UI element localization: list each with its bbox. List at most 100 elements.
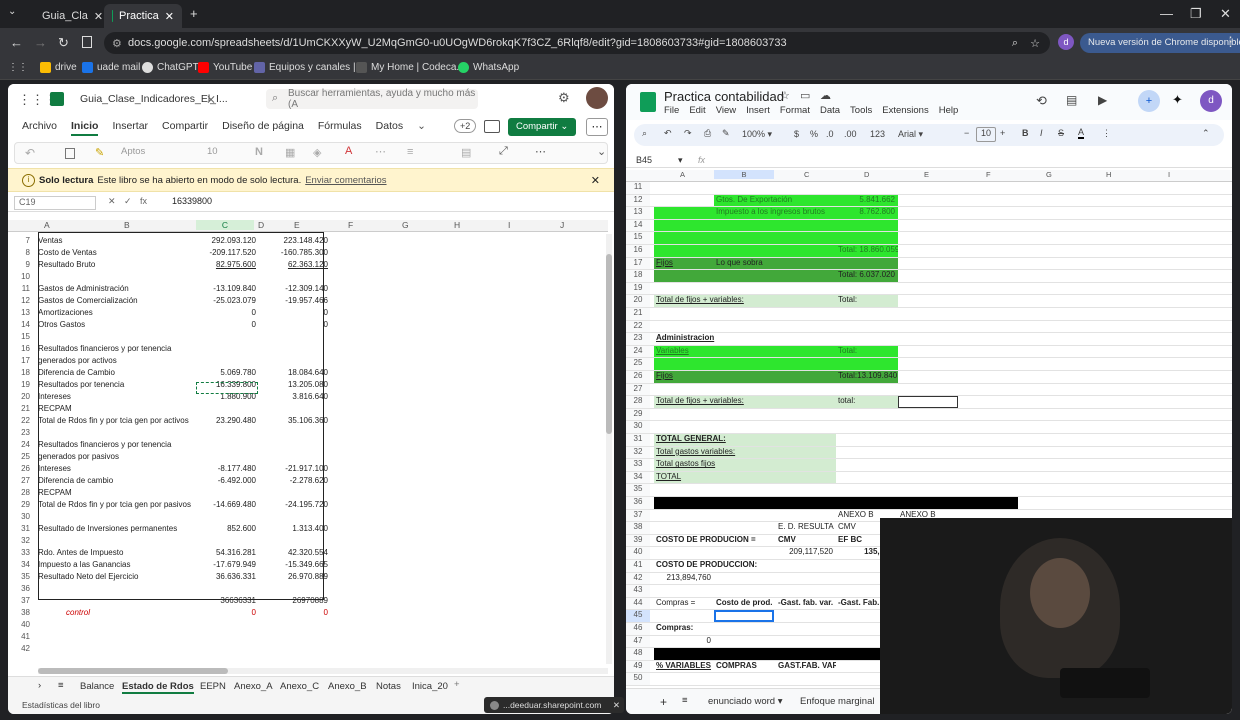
minimize-icon[interactable]: — [1160, 6, 1173, 21]
increase-decimal[interactable]: .00 [844, 129, 857, 139]
more-options-icon[interactable]: ⋯ [586, 118, 608, 136]
row-number[interactable]: 38 [8, 608, 30, 617]
sheet-cell[interactable]: Lo que sobra [714, 257, 836, 270]
row-number[interactable]: 19 [8, 380, 30, 389]
col-g[interactable]: G [1046, 170, 1052, 179]
ribbon-expand-icon[interactable]: ⌄ [597, 145, 606, 158]
more-chevron-icon[interactable]: ⌄ [417, 120, 426, 136]
row-label[interactable]: Diferencia de cambio [38, 476, 113, 485]
value-c[interactable]: -14.669.480 [198, 500, 256, 509]
sheet-cell[interactable]: Total gastos fijos [654, 459, 836, 471]
font-size-increase[interactable]: + [1000, 128, 1005, 138]
sheet-cell[interactable]: Total:13.109.840 [836, 371, 898, 383]
row-number[interactable]: 37 [8, 596, 30, 605]
row-number[interactable]: 48 [626, 648, 650, 660]
row-label[interactable]: generados por pasivos [38, 452, 119, 461]
menu-compartir[interactable]: Compartir [162, 120, 208, 136]
bookmark-whatsapp[interactable]: WhatsApp [458, 62, 519, 73]
sheet-cell[interactable]: Total de fijos + variables: [654, 396, 836, 408]
row-number[interactable]: 42 [626, 572, 650, 585]
row-label[interactable]: Resultados financieros y por tenencia [38, 440, 171, 449]
row-number[interactable]: 32 [626, 446, 650, 459]
add-sheet-icon[interactable]: + [660, 695, 667, 709]
borders-icon[interactable]: ▦ [285, 146, 295, 159]
row-label[interactable]: RECPAM [38, 488, 72, 497]
row-label[interactable]: Resultados financieros y por tenencia [38, 344, 171, 353]
sheet-cell[interactable]: 213,894,760 [654, 573, 714, 585]
sheet-cell[interactable]: COSTO DE PRODUCION = [654, 535, 774, 547]
row-label[interactable]: Total de Rdos fin y por tcia gen por pas… [38, 500, 191, 509]
sheet-tab-anexo-a[interactable]: Anexo_A [234, 681, 273, 692]
value-e[interactable]: 1.313.400 [270, 524, 328, 533]
comments-icon[interactable]: ▤ [1066, 93, 1077, 107]
row-number[interactable]: 37 [626, 509, 650, 522]
row-label[interactable]: Rdo. Antes de Impuesto [38, 548, 123, 557]
row-number[interactable]: 27 [8, 476, 30, 485]
sheet-cell[interactable]: Costo de prod. [714, 598, 774, 610]
sheet-cell[interactable]: CMV [776, 535, 836, 547]
col-header-f[interactable]: F [348, 220, 353, 230]
value-e[interactable]: 18.084.640 [270, 368, 328, 377]
row-number[interactable]: 19 [626, 282, 650, 295]
collapse-toolbar-icon[interactable]: ⌃ [1202, 128, 1210, 139]
sheet-cell[interactable]: TOTAL GENERAL: [654, 434, 836, 446]
row-number[interactable]: 17 [8, 356, 30, 365]
row-label[interactable]: RECPAM [38, 404, 72, 413]
row-number[interactable]: 16 [626, 245, 650, 257]
zoom-icon[interactable]: ⌕ [1012, 37, 1018, 50]
user-avatar[interactable] [586, 87, 608, 109]
forward-icon[interactable]: → [34, 35, 47, 50]
value-c[interactable]: 0 [198, 308, 256, 317]
bold-icon[interactable]: B [1022, 128, 1029, 138]
row-number[interactable]: 7 [8, 236, 30, 245]
chrome-update-badge[interactable]: Nueva versión de Chrome disponible [1080, 33, 1240, 53]
sheet-cell[interactable]: Variables [654, 345, 836, 358]
col-header-g[interactable]: G [402, 220, 409, 230]
sheet-cell[interactable]: 209,117,520 [776, 547, 836, 559]
font-size-input[interactable]: 10 [976, 127, 996, 142]
row-label[interactable]: Ventas [38, 236, 62, 245]
row-number[interactable]: 38 [626, 522, 650, 534]
sheet-cell[interactable]: Administracion [654, 333, 774, 345]
clipboard-icon[interactable] [65, 148, 75, 159]
row-label[interactable]: Resultados por tenencia [38, 380, 124, 389]
row-number[interactable]: 8 [8, 248, 30, 257]
font-name-select[interactable]: Aptos [117, 146, 197, 161]
value-e[interactable]: -19.957.466 [270, 296, 328, 305]
align-icon[interactable]: ≡ [407, 146, 413, 158]
name-box[interactable]: C19 [14, 196, 96, 210]
site-info-icon[interactable]: ⚙ [112, 37, 122, 50]
row-number[interactable]: 16 [8, 344, 30, 353]
comment-icon[interactable] [484, 120, 500, 133]
row-number[interactable]: 15 [8, 332, 30, 341]
settings-gear-icon[interactable]: ⚙ [558, 90, 570, 106]
back-icon[interactable]: ← [10, 35, 23, 50]
col-a[interactable]: A [680, 170, 685, 179]
more-font-icon[interactable]: ⋯ [375, 145, 386, 158]
row-number[interactable]: 29 [626, 408, 650, 421]
format-painter-icon[interactable]: ✎ [95, 146, 104, 159]
sheet-cell[interactable] [898, 396, 958, 408]
cancel-formula-icon[interactable]: ✕ [108, 196, 116, 207]
value-c[interactable]: 54.316.281 [198, 548, 256, 557]
value-e[interactable]: -2.278.620 [270, 476, 328, 485]
text-color-icon[interactable]: A [1078, 127, 1085, 139]
sheet-cell[interactable]: -Gast. fab. var. [776, 598, 836, 610]
value-c[interactable]: 852.600 [198, 524, 256, 533]
sheet-cell[interactable]: Total: [836, 345, 898, 358]
apps-grid-icon[interactable]: ⋮⋮ [8, 62, 28, 73]
move-folder-icon[interactable]: ▭ [800, 89, 810, 102]
menu-inicio[interactable]: Inicio [71, 120, 99, 136]
value-e[interactable]: -160.785.300 [270, 248, 328, 257]
menu-dots-icon[interactable]: ⋮ [1224, 34, 1237, 50]
sheet-cell[interactable] [654, 232, 898, 244]
excel-search-input[interactable]: ⌕ Buscar herramientas, ayuda y mucho más… [266, 88, 478, 110]
value-e[interactable]: 26970889 [270, 596, 328, 605]
row-number[interactable]: 26 [8, 464, 30, 473]
account-avatar[interactable]: d [1200, 90, 1222, 112]
sheet-tab-notas[interactable]: Notas [376, 681, 401, 692]
row-number[interactable]: 50 [626, 673, 650, 685]
undo-icon[interactable]: ↶ [664, 128, 672, 139]
row-number[interactable]: 46 [626, 623, 650, 635]
row-label[interactable]: Resultado Bruto [38, 260, 95, 269]
